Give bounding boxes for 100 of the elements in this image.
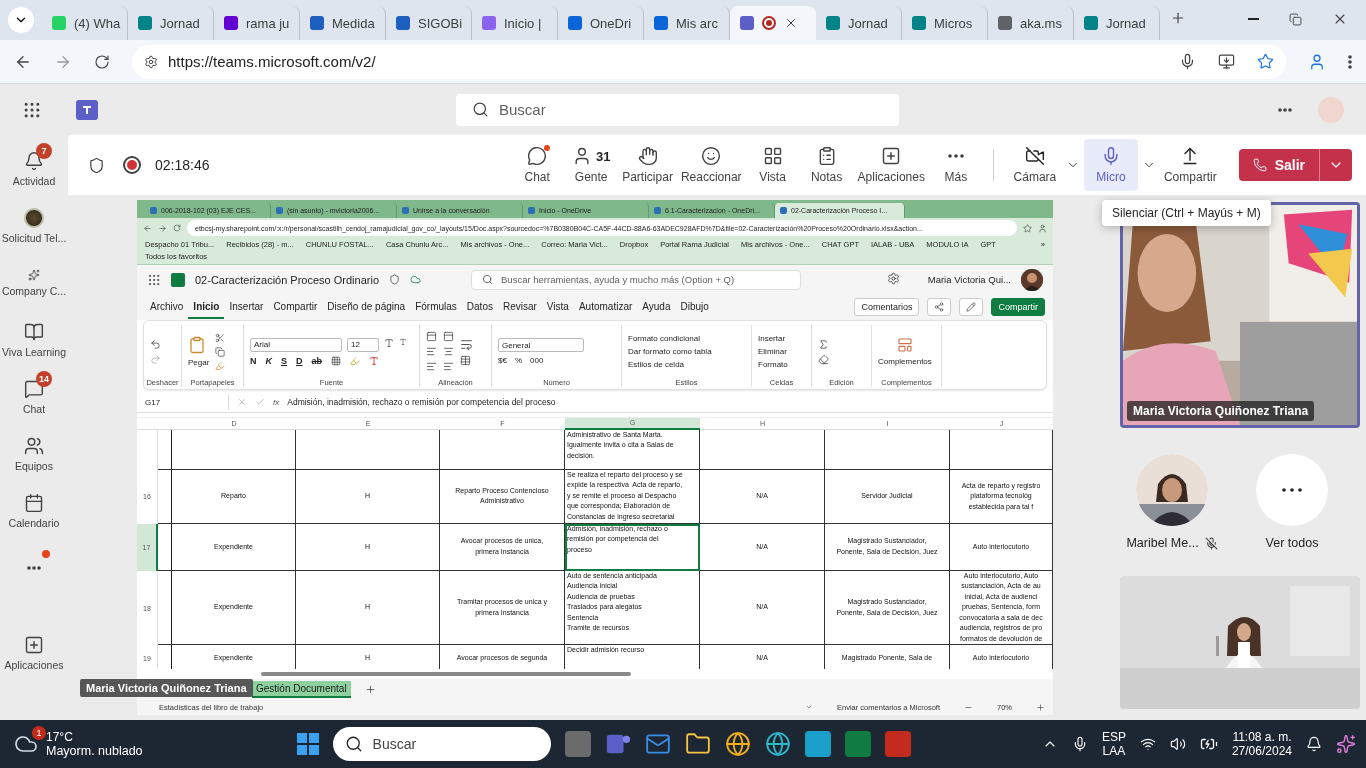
device-button[interactable]: Compartir bbox=[1159, 139, 1221, 191]
teams-logo[interactable] bbox=[76, 99, 98, 120]
more-icon bbox=[947, 154, 964, 158]
table-cell bbox=[158, 523, 172, 571]
ribbon-tab[interactable]: Fórmulas bbox=[410, 295, 462, 319]
sheet-tab[interactable]: Gestión Documental bbox=[252, 680, 351, 698]
hand-icon bbox=[637, 146, 658, 166]
ribbon-tab[interactable]: Compartir bbox=[268, 295, 323, 319]
search-field[interactable]: Buscar bbox=[332, 727, 551, 761]
search-icon bbox=[344, 735, 363, 753]
new-tab-icon bbox=[1170, 10, 1186, 26]
cells-menu-button[interactable]: Insertar bbox=[758, 334, 786, 344]
copilot-icon bbox=[1336, 734, 1356, 754]
meeting-action-button[interactable]: Vista bbox=[745, 139, 800, 191]
scrollbar-thumb[interactable] bbox=[261, 672, 631, 677]
grid-icon bbox=[762, 146, 783, 166]
comments-button[interactable]: Comentarios bbox=[854, 298, 920, 317]
font-style-button[interactable]: D bbox=[296, 355, 303, 366]
rail-item[interactable]: Equipos bbox=[0, 426, 68, 482]
enter-icon bbox=[255, 397, 265, 408]
clock-time[interactable]: 11:08 a. m. bbox=[1232, 730, 1292, 744]
cells-menu-button[interactable]: Formato bbox=[758, 360, 788, 370]
font-style-button[interactable]: ab bbox=[311, 355, 323, 366]
add-sheet-icon bbox=[364, 683, 376, 695]
catch-up-button[interactable] bbox=[927, 298, 952, 317]
grow-font-icon bbox=[384, 337, 394, 348]
tab-title: Jornad bbox=[160, 15, 200, 31]
chat-icon bbox=[527, 146, 548, 166]
ribbon-tab[interactable]: Ayuda bbox=[637, 295, 676, 319]
keyboard-layout[interactable]: LAA bbox=[1102, 744, 1126, 758]
add-ins-button[interactable]: Complementos bbox=[878, 357, 932, 367]
ribbon-tab[interactable]: Revisar bbox=[497, 295, 542, 319]
meeting-action-button[interactable]: Aplicaciones bbox=[853, 139, 929, 191]
paste-button[interactable]: Pegar bbox=[188, 358, 210, 368]
device-button[interactable]: Micro bbox=[1083, 139, 1138, 191]
cells-menu-button[interactable]: Eliminar bbox=[758, 347, 787, 357]
rail-item[interactable]: Aplicaciones bbox=[0, 625, 68, 681]
styles-menu-button[interactable]: Dar formato como tabla bbox=[628, 347, 712, 357]
ribbon-tab[interactable]: Diseño de página bbox=[322, 295, 411, 319]
font-dropdown[interactable]: Arial bbox=[250, 337, 342, 352]
rail-item[interactable]: Solicitud Tel... bbox=[0, 198, 68, 254]
ribbon-tab[interactable]: Automatizar bbox=[573, 295, 638, 319]
ribbon-tab[interactable]: Insertar bbox=[224, 295, 269, 319]
search-field[interactable]: Buscar bbox=[456, 93, 899, 126]
ribbon-tab[interactable]: Vista bbox=[541, 295, 574, 319]
address-bar[interactable]: https://teams.microsoft.com/v2/ bbox=[132, 44, 1286, 79]
rail-item[interactable]: Calendario bbox=[0, 483, 68, 539]
rail-item[interactable]: Actividad 7 bbox=[0, 141, 68, 197]
browser-tab[interactable] bbox=[730, 6, 816, 40]
number-format-dropdown[interactable]: General bbox=[498, 338, 584, 353]
ribbon-tab[interactable]: Inicio bbox=[188, 295, 225, 319]
ribbon-tab[interactable]: Datos bbox=[461, 295, 498, 319]
redo-icon bbox=[150, 353, 161, 365]
rail-item[interactable]: Viva Learning bbox=[0, 312, 68, 368]
cancel-icon bbox=[237, 397, 247, 408]
ribbon-tab[interactable]: Dibujo bbox=[675, 295, 714, 319]
rail-item[interactable]: Company C... bbox=[0, 255, 68, 311]
more-icon bbox=[27, 566, 41, 570]
meeting-action-button[interactable]: Reaccionar bbox=[676, 139, 746, 191]
share-button[interactable]: Compartir bbox=[991, 298, 1045, 317]
search-field[interactable]: Buscar herramientas, ayuda y mucho más (Option + Q) bbox=[471, 269, 802, 290]
start-icon[interactable] bbox=[296, 733, 319, 755]
function-label[interactable]: fx bbox=[273, 397, 280, 407]
rail-item[interactable]: Chat 14 bbox=[0, 369, 68, 425]
font-style-button[interactable]: N bbox=[250, 355, 257, 366]
url-text: https://teams.microsoft.com/v2/ bbox=[168, 53, 376, 70]
volume-icon bbox=[1169, 736, 1186, 752]
add-ins-icon bbox=[896, 337, 913, 354]
number-format-button[interactable]: 000 bbox=[530, 356, 544, 366]
tab-search-button[interactable] bbox=[8, 7, 34, 33]
reload-icon bbox=[94, 53, 110, 70]
notifications-icon bbox=[1306, 736, 1322, 752]
see-all-label[interactable]: Ver todos bbox=[1265, 536, 1319, 550]
meeting-action-button[interactable]: Participar bbox=[618, 139, 677, 191]
editing-button[interactable] bbox=[959, 298, 984, 317]
font-size-dropdown[interactable]: 12 bbox=[347, 337, 379, 352]
number-format-button[interactable]: % bbox=[514, 356, 523, 366]
restore-icon bbox=[1289, 12, 1302, 26]
profile-icon bbox=[1308, 52, 1326, 71]
font-style-button[interactable]: S bbox=[281, 355, 287, 366]
styles-menu-button[interactable]: Formato condicional bbox=[628, 334, 701, 344]
device-button[interactable]: Cámara bbox=[1007, 139, 1062, 191]
forward-icon bbox=[158, 223, 167, 233]
ribbon-tab[interactable]: Archivo bbox=[145, 295, 189, 319]
styles-menu-button[interactable]: Estilos de celda bbox=[628, 360, 685, 370]
tab-title: Mis arc bbox=[676, 15, 718, 31]
shield-icon bbox=[88, 156, 105, 174]
meeting-action-button[interactable]: Chat bbox=[510, 139, 565, 191]
font-style-button[interactable]: K bbox=[265, 355, 272, 366]
meeting-action-button[interactable]: Más bbox=[928, 139, 983, 191]
site-icon bbox=[780, 206, 787, 214]
meeting-action-button[interactable]: Notas bbox=[799, 139, 854, 191]
clock-date[interactable]: 27/06/2024 bbox=[1231, 744, 1292, 758]
name-box[interactable]: G17 bbox=[141, 394, 229, 411]
search-icon bbox=[482, 274, 494, 285]
add-icon bbox=[881, 146, 902, 166]
merge-icon bbox=[460, 354, 471, 366]
number-format-button[interactable]: $€ bbox=[498, 356, 507, 366]
language[interactable]: ESP bbox=[1101, 730, 1126, 744]
meeting-action-button[interactable]: 31 Gente bbox=[564, 139, 619, 191]
